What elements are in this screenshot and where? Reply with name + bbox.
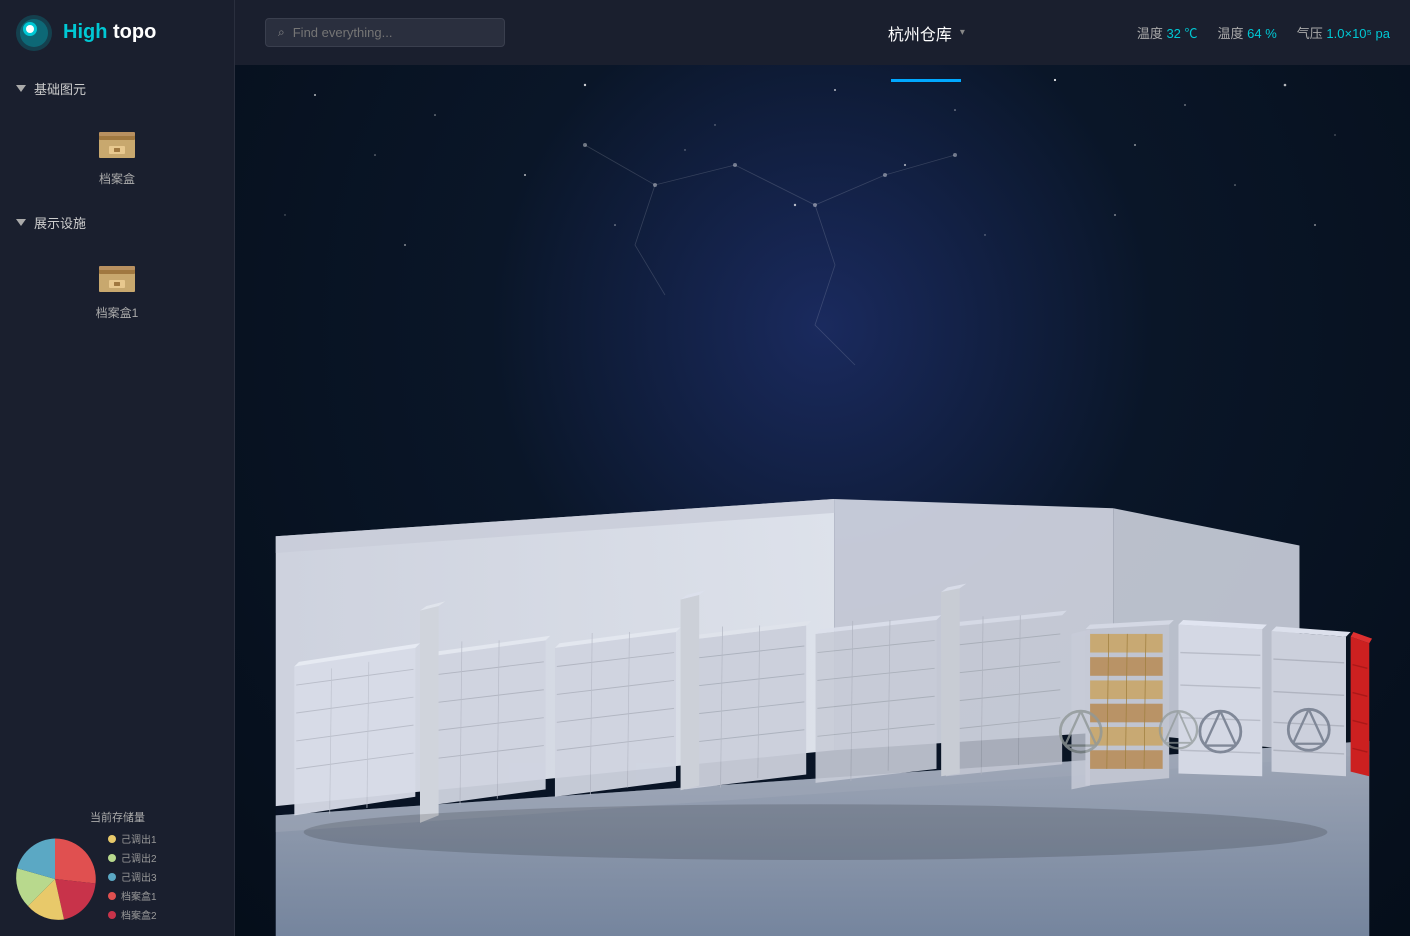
sidebar-section-display[interactable]: 展示设施 xyxy=(0,199,234,246)
legend-item-5: 档案盒2 xyxy=(108,907,225,922)
header-search: ⌕ xyxy=(235,18,716,47)
sidebar-item-archive-box[interactable]: 档案盒 xyxy=(0,112,234,199)
stat-pressure: 气压 1.0×10⁵ pa xyxy=(1297,23,1390,42)
app-header: High topo ⌕ 杭州仓库 ▾ 温度 32 ℃ 温度 64 % 气压 1.… xyxy=(0,0,1410,65)
header-title-area: 杭州仓库 ▾ xyxy=(716,21,1137,45)
sidebar-section-display-label: 展示设施 xyxy=(34,213,86,232)
logo-text: High topo xyxy=(63,21,156,44)
header-stats: 温度 32 ℃ 温度 64 % 气压 1.0×10⁵ pa xyxy=(1137,23,1410,42)
expand-icon-2 xyxy=(16,219,26,226)
legend-dot-4 xyxy=(108,892,116,900)
legend-item-1: 己调出1 xyxy=(108,831,225,846)
pie-chart xyxy=(10,834,100,924)
legend-item-2: 己调出2 xyxy=(108,850,225,865)
legend-dot-1 xyxy=(108,835,116,843)
legend-item-3: 己调出3 xyxy=(108,869,225,884)
archive-box-1-icon xyxy=(97,258,137,298)
chart-title: 当前存储量 xyxy=(10,809,225,825)
page-title: 杭州仓库 xyxy=(888,21,952,45)
sidebar-chart: 当前存储量 己调出1 xyxy=(0,799,235,936)
chart-container: 己调出1 己调出2 己调出3 档案盒1 档案盒2 xyxy=(10,831,225,926)
legend-label-2: 己调出2 xyxy=(121,850,157,865)
main-viewport[interactable] xyxy=(235,65,1410,936)
sidebar-item-archive-box-1[interactable]: 档案盒1 xyxy=(0,246,234,333)
archive-box-label: 档案盒 xyxy=(99,170,135,187)
viewport-background xyxy=(235,65,1410,936)
search-icon: ⌕ xyxy=(278,25,285,40)
chart-legend: 己调出1 己调出2 己调出3 档案盒1 档案盒2 xyxy=(100,831,225,926)
sidebar: 基础图元 档案盒 展示设施 档案盒1 当前存储量 xyxy=(0,65,235,936)
search-input[interactable] xyxy=(293,25,473,40)
title-underline xyxy=(891,79,961,82)
sidebar-section-basic-label: 基础图元 xyxy=(34,79,86,98)
legend-dot-5 xyxy=(108,911,116,919)
dropdown-icon[interactable]: ▾ xyxy=(960,27,965,38)
legend-label-3: 己调出3 xyxy=(121,869,157,884)
legend-dot-2 xyxy=(108,854,116,862)
legend-label-4: 档案盒1 xyxy=(121,888,157,903)
expand-icon xyxy=(16,85,26,92)
legend-label-1: 己调出1 xyxy=(121,831,157,846)
archive-box-icon xyxy=(97,124,137,164)
warehouse-scene xyxy=(235,257,1410,936)
legend-dot-3 xyxy=(108,873,116,881)
archive-box-1-label: 档案盒1 xyxy=(96,304,139,321)
search-box[interactable]: ⌕ xyxy=(265,18,505,47)
sidebar-section-basic[interactable]: 基础图元 xyxy=(0,65,234,112)
legend-label-5: 档案盒2 xyxy=(121,907,157,922)
stat-humidity: 温度 64 % xyxy=(1218,23,1277,42)
legend-item-4: 档案盒1 xyxy=(108,888,225,903)
logo-area: High topo xyxy=(0,0,235,65)
logo-icon xyxy=(15,14,53,52)
stat-temperature: 温度 32 ℃ xyxy=(1137,23,1198,42)
